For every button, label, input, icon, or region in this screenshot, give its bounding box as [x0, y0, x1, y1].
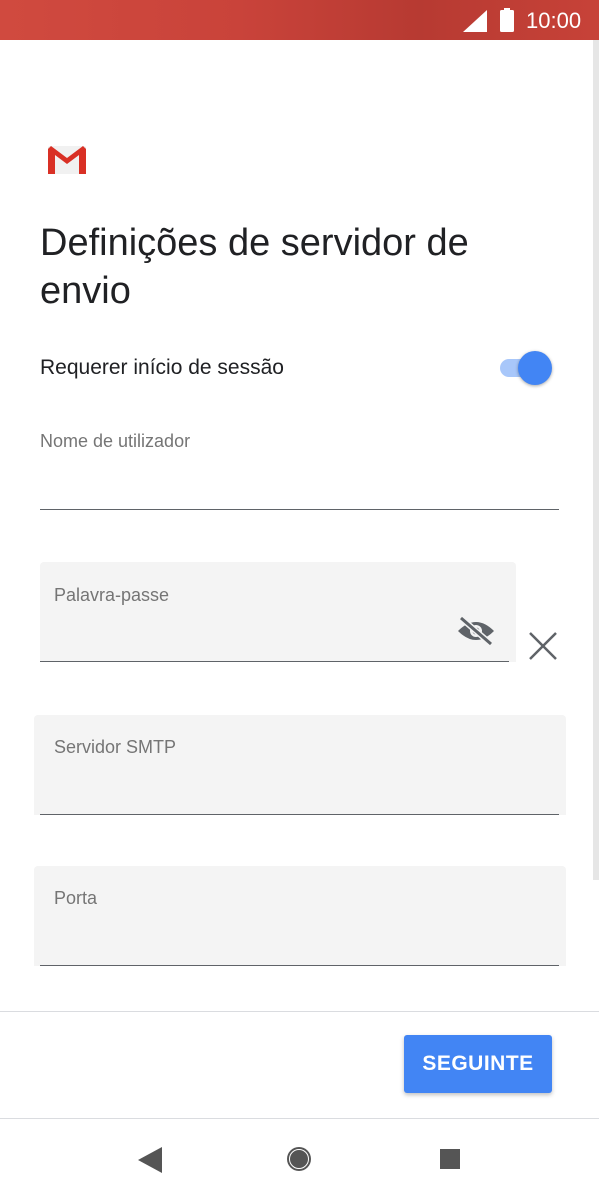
next-button[interactable]: SEGUINTE — [404, 1035, 552, 1093]
username-underline — [40, 509, 559, 510]
smtp-server-label: Servidor SMTP — [54, 737, 177, 757]
require-signin-label: Requerer início de sessão — [40, 356, 284, 379]
toggle-thumb — [518, 351, 552, 385]
port-underline — [40, 965, 559, 966]
footer-divider-top — [0, 1011, 599, 1012]
close-icon[interactable] — [527, 630, 559, 662]
home-icon[interactable] — [286, 1146, 312, 1172]
battery-icon — [500, 8, 514, 32]
footer-divider-bottom — [0, 1118, 599, 1119]
port-label: Porta — [54, 888, 98, 908]
recents-icon[interactable] — [440, 1149, 460, 1169]
port-field-background — [34, 866, 566, 966]
visibility-off-icon[interactable] — [456, 615, 496, 647]
smtp-underline — [40, 814, 559, 815]
password-underline — [40, 661, 509, 662]
password-field-background — [40, 562, 516, 662]
status-bar: 10:00 — [0, 0, 599, 40]
scrollbar[interactable] — [593, 40, 599, 880]
smtp-field-background — [34, 715, 566, 815]
signal-icon — [463, 10, 487, 32]
username-label: Nome de utilizador — [40, 431, 191, 451]
navigation-bar — [0, 1120, 599, 1198]
require-signin-toggle[interactable] — [498, 350, 556, 386]
status-time: 10:00 — [526, 8, 582, 33]
back-icon[interactable] — [138, 1147, 162, 1173]
password-label: Palavra-passe — [54, 585, 170, 605]
page-title: Definições de servidor de envio — [40, 222, 469, 312]
gmail-logo — [48, 146, 86, 174]
